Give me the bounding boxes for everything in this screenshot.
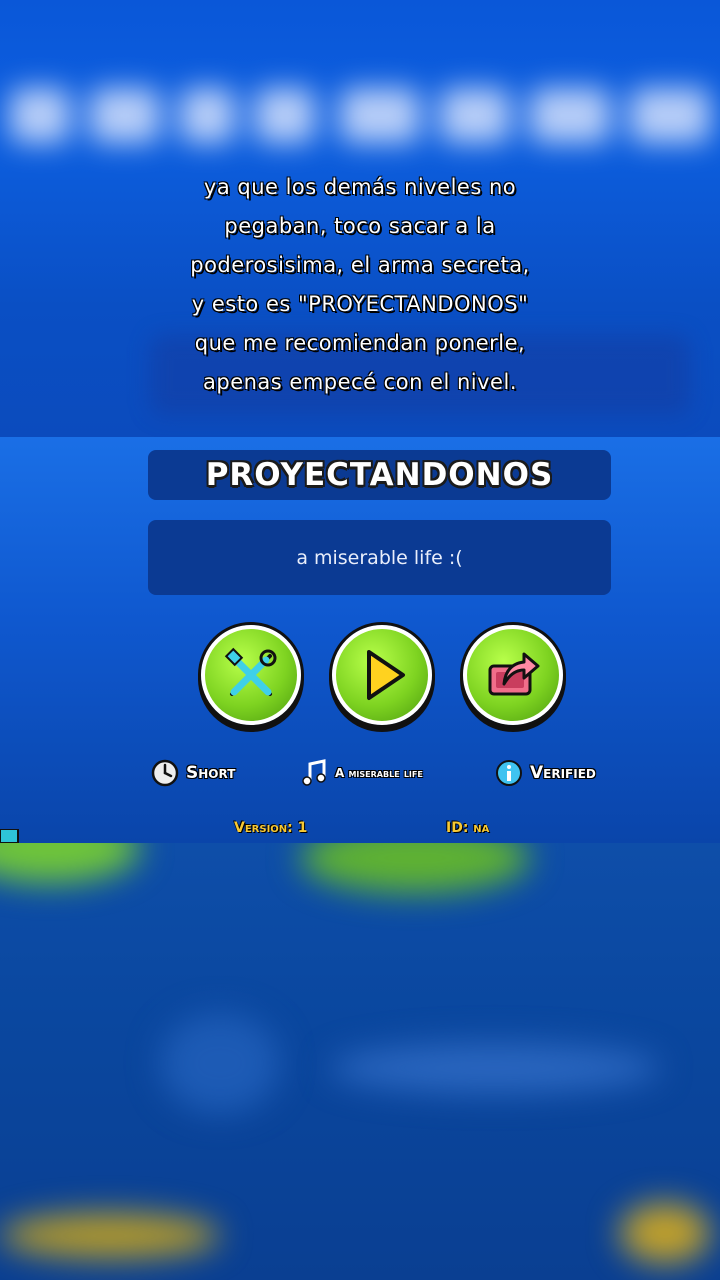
play-icon xyxy=(367,650,405,700)
edit-icon xyxy=(224,647,277,696)
music-note-icon xyxy=(302,759,326,786)
level-id-label: ID: na xyxy=(446,820,490,836)
level-info-panel: PROYECTANDONOS a miserable life :(Short… xyxy=(0,437,720,843)
status-label: Verified xyxy=(530,763,596,783)
blurred-shape xyxy=(0,1213,220,1258)
clock-icon xyxy=(151,759,179,787)
top-blurred-area: ya que los demás niveles no pegaban, toc… xyxy=(0,0,720,437)
level-description: a miserable life :( xyxy=(296,546,463,569)
caption-line: apenas empecé con el nivel. xyxy=(203,370,517,394)
level-info-row: Short A miserable life Verified xyxy=(0,759,720,789)
caption-line: ya que los demás niveles no xyxy=(203,175,517,199)
caption-line: pegaban, toco sacar a la xyxy=(224,214,496,238)
caption-line: que me recomiendan ponerle, xyxy=(194,331,526,355)
play-level-button[interactable] xyxy=(332,625,432,725)
version-label: Version: 1 xyxy=(234,820,308,836)
edit-level-button[interactable] xyxy=(201,625,301,725)
status-info: Verified xyxy=(495,759,596,787)
info-icon xyxy=(496,760,522,786)
level-title: PROYECTANDONOS xyxy=(205,457,554,493)
song-label: A miserable life xyxy=(335,766,423,780)
share-level-button[interactable] xyxy=(463,625,563,725)
corner-frame-icon xyxy=(0,829,19,843)
blurred-shape xyxy=(330,1043,660,1093)
length-info: Short xyxy=(151,759,235,787)
blurred-background-title xyxy=(0,70,720,170)
video-caption: ya que los demás niveles no pegaban, toc… xyxy=(100,168,620,402)
caption-line: y esto es "PROYECTANDONOS" xyxy=(191,292,529,316)
blurred-shape xyxy=(0,843,140,883)
blurred-shape xyxy=(300,843,530,893)
caption-line: poderosisima, el arma secreta, xyxy=(190,253,530,277)
level-description-box: a miserable life :( xyxy=(148,520,611,595)
share-icon xyxy=(488,652,540,696)
blurred-shape xyxy=(620,1203,710,1263)
song-info: A miserable life xyxy=(300,759,423,787)
blurred-shape xyxy=(160,1013,280,1113)
bottom-blurred-area xyxy=(0,843,720,1280)
level-title-box: PROYECTANDONOS xyxy=(148,450,611,500)
length-label: Short xyxy=(186,763,236,783)
